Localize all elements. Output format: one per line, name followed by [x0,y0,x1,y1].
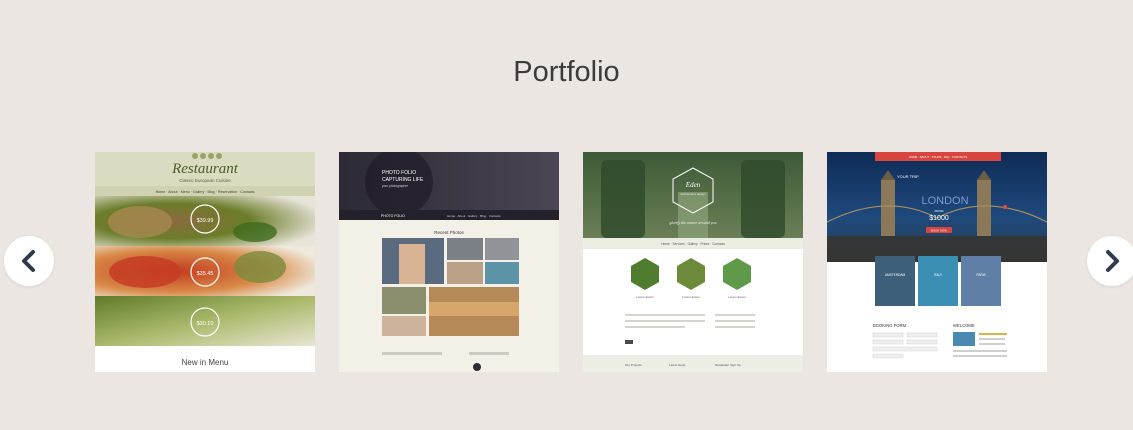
chevron-right-icon [1106,250,1119,272]
travel-preview: HOME · ABOUT · TOURS · FAQ · CONTACTS YO… [827,152,1047,372]
travel-price: $1000 [929,215,949,222]
section-title: Portfolio [513,56,620,88]
nature-thumb-1: Lorem Ipsum [636,295,654,299]
travel-price-label: FROM [935,209,944,213]
restaurant-footer-label: New in Menu [182,358,229,367]
photo-nav: Home · About · Gallery · Blog · Contacts [447,214,501,218]
restaurant-brand: Restaurant [171,161,239,177]
travel-cta: BOOK NOW [931,229,947,233]
portfolio-card-photo-folio[interactable]: PHOTO FOLIO CAPTURING LIFE your photogra… [339,152,559,372]
restaurant-price-1: $39.99 [197,218,214,224]
restaurant-tagline: Classic European Cuisine [179,178,231,183]
nature-preview: Eden architecture design glorify the nat… [583,152,803,372]
portfolio-card-travel[interactable]: HOME · ABOUT · TOURS · FAQ · CONTACTS YO… [827,152,1047,372]
portfolio-card-restaurant[interactable]: Restaurant Classic European Cuisine Home… [95,152,315,372]
nature-logo-sub: architecture design [680,192,706,196]
nature-footer-col-3: Newsletter Sign Up [715,363,741,367]
chevron-left-icon [22,250,35,272]
photo-hero-subtitle: your photographer [382,184,409,188]
carousel-next-button[interactable] [1087,236,1133,286]
photo-folio-preview: PHOTO FOLIO CAPTURING LIFE your photogra… [339,152,559,372]
travel-nav: HOME · ABOUT · TOURS · FAQ · CONTACTS [909,155,967,159]
photo-hero-title-1: PHOTO FOLIO [382,170,416,176]
restaurant-price-2: $35.45 [197,271,214,277]
restaurant-price-3: $30.10 [197,321,214,327]
nature-thumb-2: Lorem Ipsum [682,295,700,299]
portfolio-card-nature[interactable]: Eden architecture design glorify the nat… [583,152,803,372]
carousel-prev-button[interactable] [4,236,54,286]
restaurant-preview: Restaurant Classic European Cuisine Home… [95,152,315,372]
nature-logo: Eden [685,181,701,189]
travel-welcome-title: WELCOME [953,323,975,328]
travel-destination-2: ITALY [934,273,943,277]
nature-tagline: glorify the nature around you [669,220,716,225]
nature-footer-col-1: Our Projects [625,363,642,367]
travel-city: LONDON [921,195,968,207]
travel-booking-title: BOOKING FORM [873,323,907,328]
photo-hero-title-2: CAPTURING LIFE [382,177,424,183]
nature-nav: Home · Services · Gallery · Prices · Con… [661,242,725,246]
photo-brand: PHOTO FOLIO [381,214,405,218]
nature-thumb-3: Lorem Ipsum [728,295,746,299]
travel-destination-3: PARIS [976,273,985,277]
photo-section-heading: Recent Photos [434,230,464,235]
travel-logo: YOUR TRIP [897,174,919,179]
travel-destination-1: AMSTERDAM [885,273,906,277]
nature-footer-col-2: Latest News [669,363,686,367]
restaurant-nav: Home · About · Menu · Gallery · Blog · R… [156,190,255,194]
